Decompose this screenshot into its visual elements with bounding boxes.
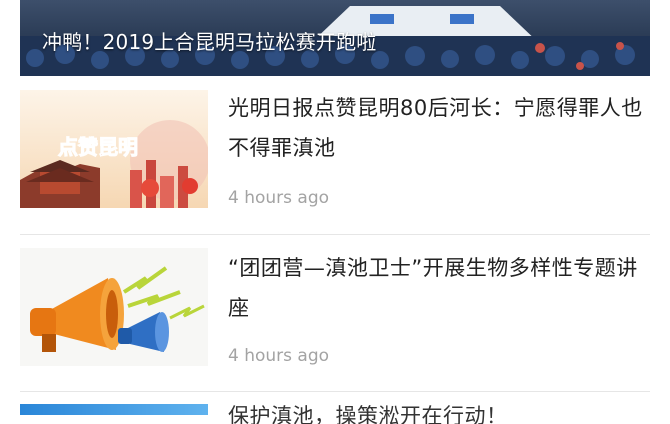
list-item[interactable]: “团团营—滇池卫士”开展生物多样性专题讲座 4 hours ago — [20, 248, 650, 373]
list-item[interactable]: 保护滇池，操策淞开在行动！ — [20, 404, 650, 424]
thumbnail-caption: 点赞昆明 — [58, 135, 138, 159]
hero-banner[interactable]: 冲鸭！2019上合昆明马拉松赛开跑啦 — [20, 0, 650, 76]
article-thumbnail — [20, 248, 208, 366]
divider — [20, 391, 650, 392]
article-thumbnail: 点赞昆明 — [20, 90, 208, 208]
article-title: 保护滇池，操策淞开在行动！ — [228, 404, 508, 424]
list-item[interactable]: 点赞昆明 光明日报点赞昆明80后河长：宁愿得罪人也不得罪滇池 4 hours a… — [20, 90, 650, 215]
divider — [20, 234, 650, 235]
hero-title: 冲鸭！2019上合昆明马拉松赛开跑啦 — [42, 30, 377, 54]
article-thumbnail — [20, 404, 208, 415]
article-title: 光明日报点赞昆明80后河长：宁愿得罪人也不得罪滇池 — [228, 96, 643, 160]
article-title: “团团营—滇池卫士”开展生物多样性专题讲座 — [228, 256, 638, 320]
article-timestamp: 4 hours ago — [228, 346, 330, 366]
article-timestamp: 4 hours ago — [228, 188, 330, 208]
